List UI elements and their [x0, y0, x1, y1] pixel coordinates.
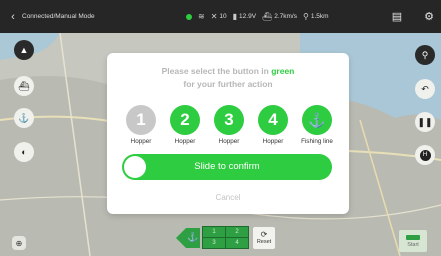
speed-value: 2.7km/s	[274, 13, 297, 20]
choice-circle: 3	[214, 105, 244, 135]
satellite-indicator: ✕ 10	[211, 12, 227, 21]
voltage-value: 12.9V	[239, 13, 257, 20]
connection-status-dot	[186, 13, 192, 20]
choice-row: 1 Hopper 2 Hopper 3 Hopper 4 Hopper ⚓ Fi…	[121, 105, 341, 145]
return-icon[interactable]: ↶	[415, 79, 435, 99]
choice-label: Hopper	[218, 138, 240, 145]
anchor-icon[interactable]: ⚓	[14, 108, 34, 128]
telemetry: ≋ ✕ 10 ▮ 12.9V ⛴ 2.7km/s ⚲ 1.5km	[186, 0, 329, 33]
start-label: Start	[407, 241, 419, 248]
battery-indicator: ▮ 12.9V	[233, 12, 256, 21]
battery-icon: ▮	[232, 12, 238, 21]
chevron-left-icon[interactable]: ‹	[6, 11, 20, 23]
title-highlight: green	[271, 66, 295, 76]
connection-mode: Connected/Manual Mode	[22, 13, 95, 20]
distance-indicator: ⚲ 1.5km	[303, 12, 329, 21]
title-text: Please select the button in	[161, 66, 272, 76]
choice-hopper-3[interactable]: 3 Hopper	[209, 105, 249, 145]
choice-fishing-line[interactable]: ⚓ Fishing line	[297, 105, 337, 145]
wifi-indicator: ≋	[198, 12, 205, 21]
wifi-icon: ≋	[198, 12, 205, 21]
hopper-grid-cell[interactable]: 1	[203, 227, 225, 237]
start-button[interactable]: Start	[399, 230, 427, 252]
boat-icon	[406, 234, 420, 240]
select-action-dialog: Please select the button in green for yo…	[107, 53, 349, 214]
choice-label: Hopper	[262, 138, 284, 145]
anchor-hook-icon[interactable]: ⚓	[186, 227, 200, 248]
hopper-grid-cell[interactable]: 3	[203, 238, 225, 248]
hopper-grid-cell[interactable]: 4	[226, 238, 248, 248]
gear-icon[interactable]: ⚙	[417, 0, 441, 33]
light-icon[interactable]: ◐	[14, 142, 34, 162]
choice-label: Hopper	[130, 138, 152, 145]
choice-circle: 1	[126, 105, 156, 135]
choice-circle: 4	[258, 105, 288, 135]
slide-to-confirm[interactable]: Slide to confirm	[122, 154, 332, 180]
distance-value: 1.5km	[310, 13, 329, 20]
choice-circle: 2	[170, 105, 200, 135]
choice-label: Hopper	[174, 138, 196, 145]
reset-icon: ⟳	[260, 229, 268, 239]
reset-label: Reset	[256, 238, 272, 245]
boat-icon: ⛴	[262, 12, 273, 21]
status-bar: ‹ Connected/Manual Mode ≋ ✕ 10 ▮ 12.9V ⛴ 2.…	[0, 0, 441, 33]
hopper-grid-cell[interactable]: 2	[226, 227, 248, 237]
choice-hopper-1[interactable]: 1 Hopper	[121, 105, 161, 145]
compass-icon[interactable]: ▲	[14, 40, 34, 60]
hopper-grid: 1 2 3 4	[202, 226, 249, 249]
back-arrow-shape	[176, 227, 186, 248]
pause-icon[interactable]: ❚❚	[415, 112, 435, 132]
satellite-count: 10	[219, 13, 227, 20]
speed-indicator: ⛴ 2.7km/s	[262, 12, 297, 21]
boat-locate-icon[interactable]: ⛴	[14, 76, 34, 96]
slider-label: Slide to confirm	[194, 161, 260, 172]
home-icon[interactable]: H	[415, 145, 435, 165]
logbook-icon[interactable]: ▤	[385, 0, 409, 33]
toolbar-right: ▤ ⚙	[385, 0, 441, 33]
location-pin-icon: ⚲	[302, 12, 309, 21]
title-subtext: for your further action	[183, 79, 273, 89]
choice-hopper-4[interactable]: 4 Hopper	[253, 105, 293, 145]
choice-hopper-2[interactable]: 2 Hopper	[165, 105, 205, 145]
choice-label: Fishing line	[301, 138, 333, 145]
hopper-nav: ⚓ 1 2 3 4 ⟳ Reset	[176, 226, 275, 249]
choice-circle: ⚓	[302, 105, 332, 135]
anchor-hook-icon: ⚓	[308, 111, 326, 128]
slider-knob[interactable]	[124, 156, 146, 178]
zoom-icon[interactable]: ⊕	[12, 236, 26, 250]
location-pin-button[interactable]: ⚲	[415, 45, 435, 65]
cancel-button[interactable]: Cancel	[107, 193, 349, 202]
dialog-title: Please select the button in green for yo…	[107, 65, 349, 91]
reset-button[interactable]: ⟳ Reset	[253, 226, 275, 249]
satellite-icon: ✕	[210, 12, 218, 21]
